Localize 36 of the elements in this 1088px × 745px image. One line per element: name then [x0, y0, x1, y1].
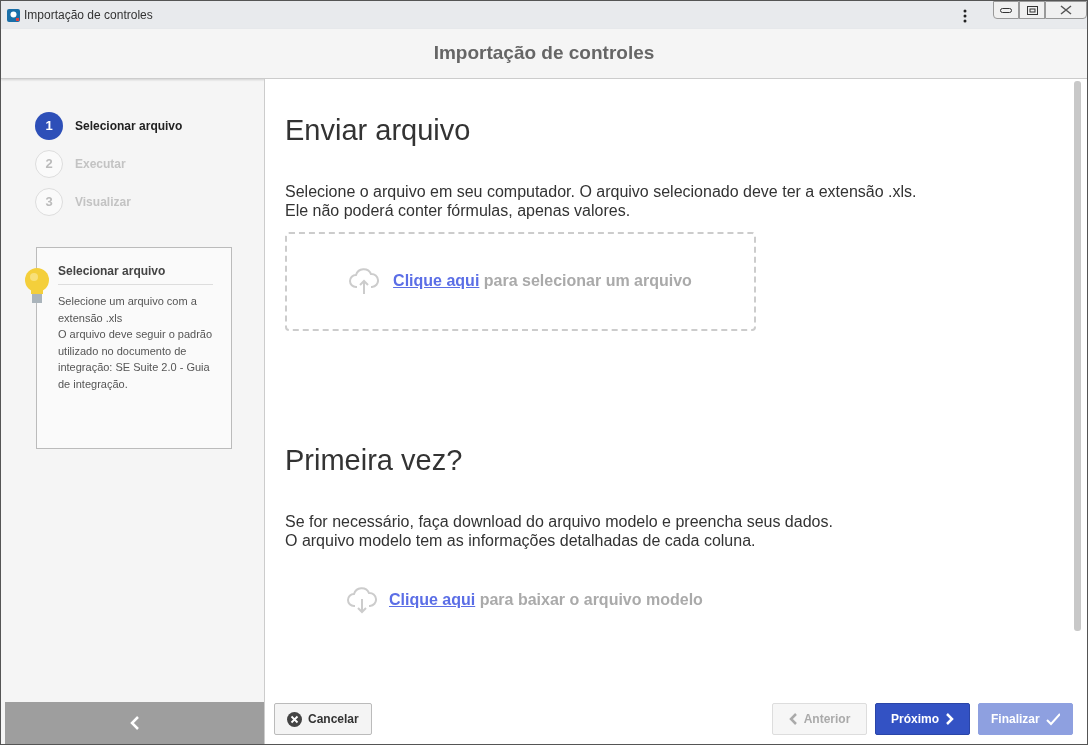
more-options-icon[interactable] — [963, 9, 967, 23]
minimize-icon — [1000, 7, 1012, 13]
link-instruction: Clique aqui para selecionar um arquivo — [393, 271, 692, 292]
checkmark-icon — [1045, 712, 1060, 726]
maximize-button[interactable] — [1019, 1, 1045, 19]
cancel-button[interactable]: Cancelar — [274, 703, 372, 735]
page-title: Importação de controles — [433, 41, 655, 66]
maximize-icon — [1026, 5, 1038, 15]
app-logo-icon — [7, 8, 20, 22]
help-text: Selecione um arquivo com a extensão .xls — [58, 294, 198, 326]
close-circle-icon — [287, 711, 302, 727]
chevron-left-icon — [129, 715, 140, 731]
close-icon — [1060, 5, 1072, 15]
description-text: Selecione o arquivo em seu computador. O arquivo selecionado deve ter a extensão .xls. — [285, 181, 918, 201]
file-drop-zone[interactable]: Clique aqui para selecionar um arquivo — [285, 231, 756, 331]
cloud-upload-icon — [349, 267, 380, 296]
chevron-right-icon — [945, 712, 954, 726]
close-button[interactable] — [1045, 1, 1087, 19]
help-text: O arquivo deve seguir o padrão utilizado no documento de integração: SE Suite 2.0 - Guia de integração. — [58, 327, 213, 392]
description-text: Ele não poderá conter fórmulas, apenas valores. — [285, 200, 632, 220]
link-instruction: Clique aqui para baixar o arquivo modelo — [389, 589, 703, 610]
step-number[interactable]: 1 — [35, 112, 63, 140]
window-title: Importação de controles — [24, 7, 153, 24]
minimize-button[interactable] — [993, 1, 1019, 19]
section-title: Primeira vez? — [285, 442, 464, 478]
next-button[interactable]: Próximo — [875, 703, 970, 735]
cloud-download-icon — [347, 585, 377, 614]
link[interactable]: Clique aqui — [393, 272, 480, 290]
section-title: Enviar arquivo — [285, 113, 472, 148]
description-text: Se for necessário, faça download do arquivo modelo e preencha seus dados. — [285, 511, 834, 531]
help-title: Selecionar arquivo — [58, 264, 213, 286]
chevron-left-icon — [788, 712, 798, 726]
scrollbar[interactable] — [1074, 81, 1081, 631]
description-text: O arquivo modelo tem as informações detalhadas de cada coluna. — [285, 530, 757, 550]
step-label[interactable]: Selecionar arquivo — [75, 117, 183, 135]
link[interactable]: Clique aqui — [389, 590, 476, 608]
